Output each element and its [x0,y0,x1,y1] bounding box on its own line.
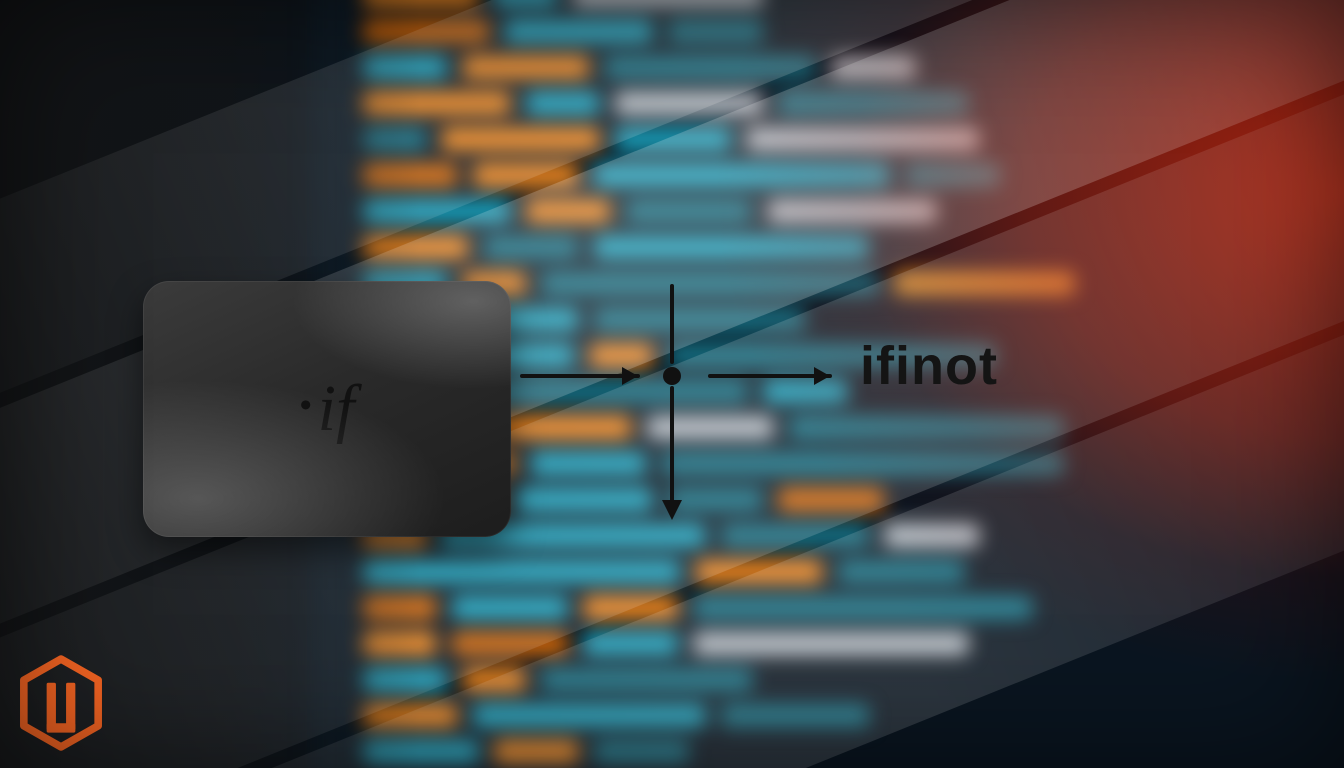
if-card: • if [143,281,511,537]
diagram-arrows [510,276,860,536]
magento-icon [18,654,104,752]
if-card-label: if [318,371,355,447]
stage: • if ifinot [0,0,1344,768]
if-card-dot: • [300,387,312,425]
ifinot-label: ifinot [860,335,998,397]
